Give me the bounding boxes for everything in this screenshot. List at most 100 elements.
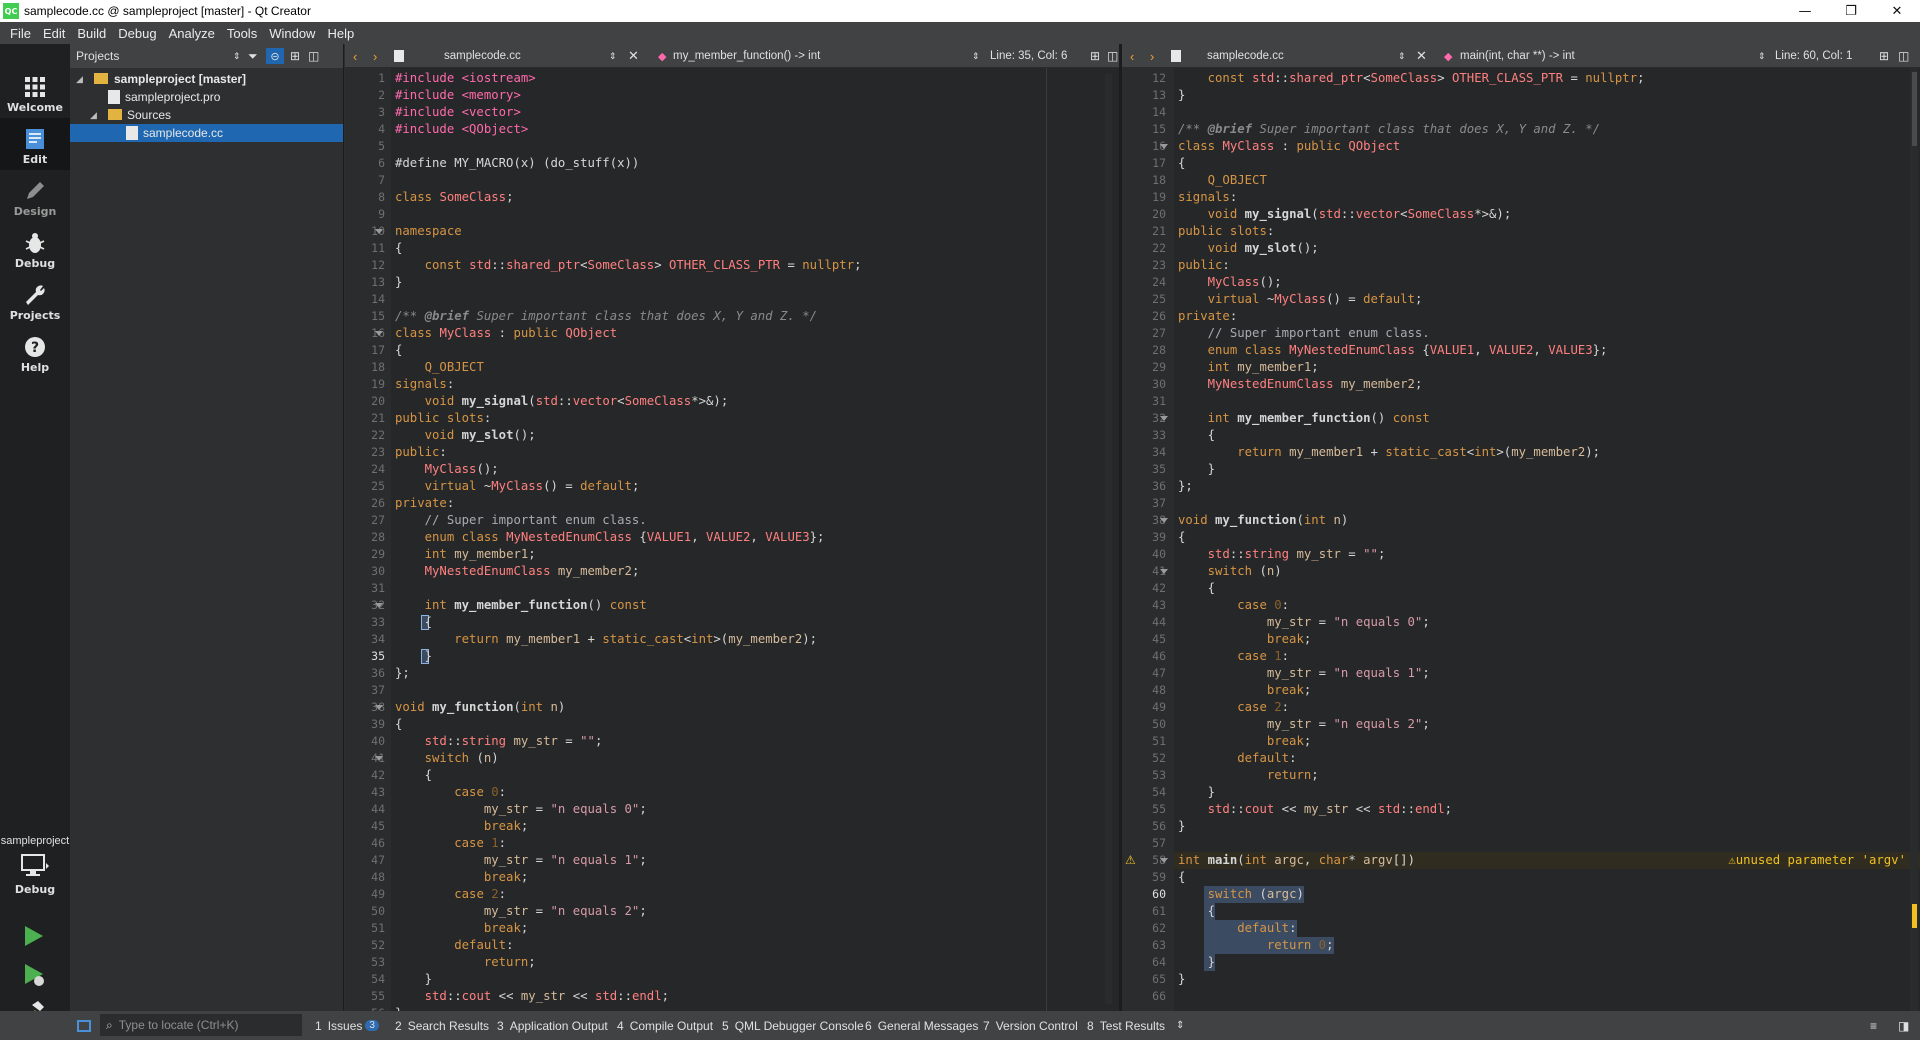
tree-item-samplecode[interactable]: samplecode.cc: [70, 124, 343, 142]
code-line[interactable]: void my_slot();: [1178, 240, 1319, 257]
code-line[interactable]: /** @brief Super important class that do…: [1178, 121, 1600, 138]
code-line[interactable]: public slots:: [1178, 223, 1274, 240]
code-line[interactable]: MyClass();: [395, 461, 499, 478]
code-line[interactable]: break;: [1178, 733, 1311, 750]
run-button[interactable]: [22, 924, 46, 951]
code-line[interactable]: public:: [1178, 257, 1230, 274]
close-button[interactable]: ✕: [1874, 0, 1920, 22]
code-line[interactable]: int main(int argc, char* argv[]): [1178, 852, 1415, 869]
symbol-combo[interactable]: my_member_function() -> int: [673, 44, 820, 68]
link-with-editor-icon[interactable]: ⊝: [266, 48, 284, 64]
fold-marker-icon[interactable]: [1160, 569, 1168, 574]
code-line[interactable]: MyNestedEnumClass my_member2;: [395, 563, 640, 580]
code-line[interactable]: switch (argc): [1178, 886, 1304, 903]
code-line[interactable]: }: [395, 971, 432, 988]
code-line[interactable]: /** @brief Super important class that do…: [395, 308, 817, 325]
code-line[interactable]: my_str = "n equals 1";: [1178, 665, 1430, 682]
filter-icon[interactable]: ⏷: [248, 49, 258, 64]
code-line[interactable]: {: [1178, 580, 1215, 597]
code-line[interactable]: {: [1178, 427, 1215, 444]
code-line[interactable]: default:: [395, 937, 513, 954]
pane-general-messages[interactable]: 6 General Messages: [865, 1011, 978, 1040]
menu-debug[interactable]: Debug: [112, 26, 162, 41]
code-line[interactable]: Q_OBJECT: [395, 359, 484, 376]
code-line[interactable]: private:: [395, 495, 454, 512]
pane-application-output[interactable]: 3 Application Output: [497, 1011, 608, 1040]
code-line[interactable]: std::string my_str = "";: [1178, 546, 1386, 563]
tree-item-sources[interactable]: ◢ Sources: [70, 106, 343, 124]
code-line[interactable]: #include <QObject>: [395, 121, 528, 138]
code-line[interactable]: MyNestedEnumClass my_member2;: [1178, 376, 1423, 393]
code-line[interactable]: virtual ~MyClass() = default;: [1178, 291, 1423, 308]
back-icon[interactable]: ‹: [1130, 44, 1134, 68]
code-line[interactable]: my_str = "n equals 0";: [395, 801, 647, 818]
code-line[interactable]: }: [1178, 954, 1215, 971]
tree-item-project[interactable]: ◢ sampleproject [master]: [70, 70, 343, 88]
code-line[interactable]: class SomeClass;: [395, 189, 513, 206]
menu-tools[interactable]: Tools: [221, 26, 263, 41]
fold-marker-icon[interactable]: [375, 229, 383, 234]
code-line[interactable]: void my_signal(std::vector<SomeClass*>&)…: [395, 393, 729, 410]
open-documents-combo[interactable]: samplecode.cc: [444, 44, 521, 68]
expand-arrow-icon[interactable]: ◢: [76, 74, 83, 85]
forward-icon[interactable]: ›: [1150, 44, 1154, 68]
code-line[interactable]: {: [395, 614, 432, 631]
cursor-position[interactable]: Line: 35, Col: 6: [990, 44, 1067, 68]
pane-version-control[interactable]: 7 Version Control: [983, 1011, 1078, 1040]
code-line[interactable]: {: [1178, 903, 1215, 920]
code-line[interactable]: switch (n): [1178, 563, 1282, 580]
fold-marker-icon[interactable]: [1160, 144, 1168, 149]
progress-details-icon[interactable]: ≡: [1870, 1011, 1877, 1040]
code-line[interactable]: public:: [395, 444, 447, 461]
code-line[interactable]: case 0:: [1178, 597, 1289, 614]
code-line[interactable]: my_str = "n equals 2";: [395, 903, 647, 920]
code-line[interactable]: return;: [1178, 767, 1319, 784]
split-close-icon[interactable]: ◫: [1898, 44, 1909, 68]
code-line[interactable]: public slots:: [395, 410, 491, 427]
close-panel-icon[interactable]: ◫: [308, 49, 319, 63]
view-selector-arrows-icon[interactable]: ⇕: [233, 51, 241, 62]
code-line[interactable]: const std::shared_ptr<SomeClass> OTHER_C…: [395, 257, 862, 274]
code-line[interactable]: }: [1178, 784, 1215, 801]
menu-build[interactable]: Build: [71, 26, 112, 41]
code-line[interactable]: break;: [395, 920, 528, 937]
fold-marker-icon[interactable]: [1160, 416, 1168, 421]
code-line[interactable]: case 2:: [1178, 699, 1289, 716]
code-line[interactable]: case 0:: [395, 784, 506, 801]
code-line[interactable]: std::cout << my_str << std::endl;: [1178, 801, 1452, 818]
combo-arrows-icon[interactable]: ⇕: [1758, 44, 1766, 68]
code-line[interactable]: {: [395, 716, 402, 733]
combo-arrows-icon[interactable]: ⇕: [972, 44, 980, 68]
view-selector[interactable]: Projects: [74, 49, 119, 63]
mode-welcome[interactable]: Welcome: [0, 66, 70, 118]
open-documents-combo[interactable]: samplecode.cc: [1207, 44, 1284, 68]
code-line[interactable]: void my_slot();: [395, 427, 536, 444]
fold-marker-icon[interactable]: [375, 756, 383, 761]
combo-arrows-icon[interactable]: ⇕: [1398, 44, 1406, 68]
code-line[interactable]: MyClass();: [1178, 274, 1282, 291]
minimize-button[interactable]: —: [1782, 0, 1828, 22]
code-line[interactable]: #include <iostream>: [395, 70, 536, 87]
code-line[interactable]: {: [1178, 869, 1185, 886]
code-line[interactable]: };: [395, 665, 410, 682]
code-line[interactable]: break;: [395, 818, 528, 835]
code-line[interactable]: int my_member_function() const: [395, 597, 647, 614]
code-line[interactable]: // Super important enum class.: [1178, 325, 1430, 342]
expand-arrow-icon[interactable]: ◢: [90, 110, 97, 121]
code-line[interactable]: case 1:: [1178, 648, 1289, 665]
code-line[interactable]: my_str = "n equals 0";: [1178, 614, 1430, 631]
mode-help[interactable]: ? Help: [0, 326, 70, 378]
code-line[interactable]: switch (n): [395, 750, 499, 767]
fold-marker-icon[interactable]: [1160, 858, 1168, 863]
code-line[interactable]: signals:: [1178, 189, 1237, 206]
more-panes-icon[interactable]: ⇕: [1176, 1011, 1184, 1040]
kit-selector[interactable]: Debug: [0, 853, 70, 905]
code-line[interactable]: void my_signal(std::vector<SomeClass*>&)…: [1178, 206, 1512, 223]
scrollbar-track[interactable]: [1105, 74, 1112, 1004]
code-line[interactable]: return my_member1 + static_cast<int>(my_…: [395, 631, 817, 648]
code-line[interactable]: #include <vector>: [395, 104, 521, 121]
pane-test-results[interactable]: 8 Test Results: [1087, 1011, 1165, 1040]
code-line[interactable]: }: [1178, 971, 1185, 988]
code-line[interactable]: }: [395, 648, 432, 665]
code-line[interactable]: void my_function(int n): [395, 699, 565, 716]
